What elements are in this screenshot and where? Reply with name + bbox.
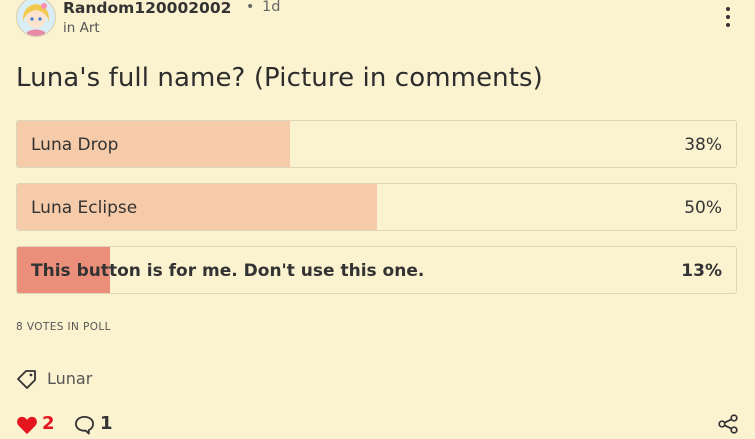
poll-option-this-button[interactable]: This button is for me. Don't use this on…	[16, 246, 737, 294]
tag-label: Lunar	[47, 369, 93, 388]
poll-option-label: This button is for me. Don't use this on…	[31, 261, 425, 281]
more-vertical-icon	[716, 7, 740, 27]
post-header: Random120002002 • 1d in Art	[16, 0, 740, 41]
post-title: Luna's full name? (Picture in comments)	[16, 63, 543, 93]
poll-option-luna-drop[interactable]: Luna Drop 38%	[16, 120, 737, 168]
post-age: 1d	[262, 0, 281, 15]
share-icon	[718, 414, 738, 434]
poll-option-luna-eclipse[interactable]: Luna Eclipse 50%	[16, 183, 737, 231]
like-button[interactable]: 2	[16, 412, 60, 438]
more-options-button[interactable]	[716, 5, 740, 31]
poll-option-label: Luna Drop	[31, 135, 119, 155]
poll-option-percent: 38%	[684, 135, 722, 155]
avatar[interactable]	[16, 0, 56, 37]
username-link[interactable]: Random120002002	[63, 0, 231, 17]
poll-option-percent: 50%	[684, 198, 722, 218]
comment-icon	[75, 416, 94, 435]
poll-option-label: Luna Eclipse	[31, 198, 138, 218]
comment-count: 1	[100, 413, 113, 434]
heart-icon	[17, 416, 37, 435]
like-count: 2	[42, 413, 55, 434]
community-link[interactable]: in Art	[63, 20, 100, 36]
comment-button[interactable]: 1	[74, 412, 114, 438]
poll-option-percent: 13%	[681, 261, 722, 281]
share-button[interactable]	[717, 414, 741, 436]
separator-dot: •	[246, 0, 255, 15]
vote-count: 8 VOTES IN POLL	[16, 321, 111, 333]
tag-icon	[17, 370, 36, 389]
